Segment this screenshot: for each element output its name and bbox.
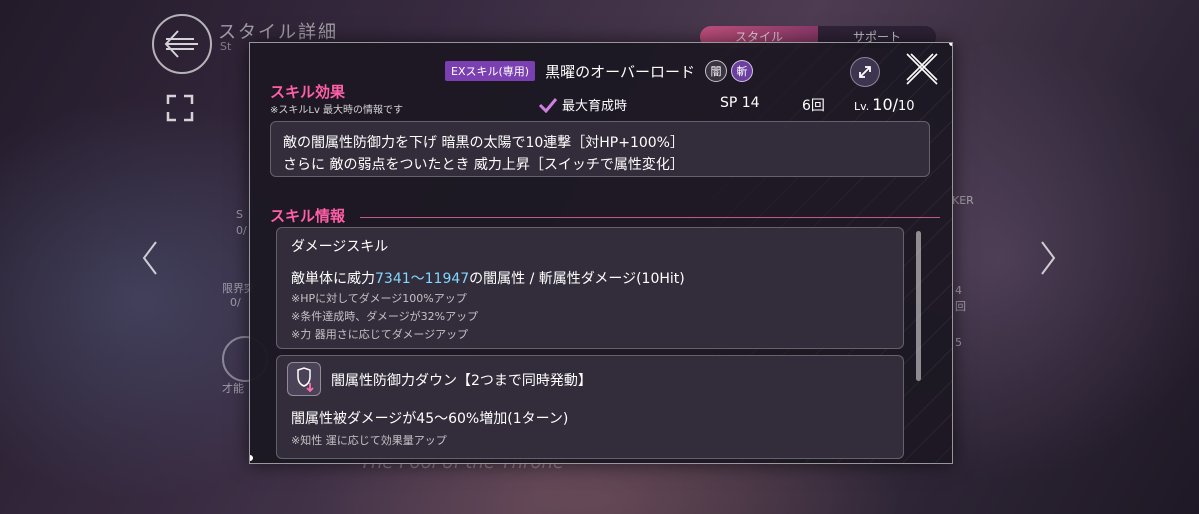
skill-name: 黒曜のオーバーロード <box>545 62 695 81</box>
prev-arrow-button[interactable] <box>140 240 160 276</box>
damage-note: ※条件達成時、ダメージが32%アップ <box>291 310 479 323</box>
effect-text-line: さらに 敵の弱点をついたとき 威力上昇［スイッチで属性変化］ <box>283 157 684 173</box>
expand-icon <box>166 94 194 122</box>
back-arrow-icon <box>164 30 198 58</box>
debuff-line: 闇属性被ダメージが45〜60%増加(1ターン) <box>291 411 569 427</box>
damage-note: ※力 器用さに応じてダメージアップ <box>291 328 469 341</box>
skill-info-title: スキル情報 <box>270 207 346 225</box>
level-prefix: Lv. <box>854 100 870 113</box>
section-divider <box>360 217 940 218</box>
skill-level: Lv. 10/ 10 <box>854 95 915 114</box>
damage-suffix: の闇属性 / 斬属性ダメージ(10Hit) <box>469 271 685 287</box>
back-button[interactable] <box>152 14 212 74</box>
effect-text-line: 敵の闇属性防御力を下げ 暗黒の太陽で10連撃［対HP+100%］ <box>283 135 684 151</box>
dark-attribute-icon: 闇 <box>704 60 727 82</box>
bg-label-limit-value: 0/ <box>230 296 241 309</box>
damage-note: ※HPに対してダメージ100%アップ <box>291 292 467 305</box>
max-growth-toggle[interactable]: 最大育成時 <box>538 95 627 114</box>
skill-effect-box: 敵の闇属性防御力を下げ 暗黒の太陽で10連撃［対HP+100%］ さらに 敵の弱… <box>270 121 930 177</box>
bg-label-talent: 才能 <box>222 382 244 395</box>
screen-title: スタイル詳細 <box>218 22 338 43</box>
skill-header: EXスキル(専用) 黒曜のオーバーロード 闇 斬 <box>250 57 952 85</box>
bg-label-ker: KER <box>952 194 974 207</box>
debuff-title: 闇属性防御力ダウン【2つまで同時発動】 <box>331 373 592 389</box>
close-button[interactable] <box>902 49 942 89</box>
level-value: 10/ <box>872 95 899 114</box>
chevron-left-icon <box>142 241 157 275</box>
shield-debuff-icon <box>287 362 321 396</box>
scrollbar[interactable] <box>916 231 921 381</box>
compress-icon <box>859 66 871 78</box>
use-count: 6回 <box>802 98 825 114</box>
damage-skill-title: ダメージスキル <box>291 239 389 255</box>
max-growth-label: 最大育成時 <box>562 99 628 114</box>
close-icon <box>906 53 938 85</box>
compress-button[interactable] <box>850 57 880 87</box>
skill-level-note: ※スキルLv 最大時の情報です <box>270 105 404 116</box>
sp-cost: SP 14 <box>720 95 760 111</box>
skill-effect-title: スキル効果 <box>270 83 346 101</box>
next-arrow-button[interactable] <box>1038 240 1058 276</box>
chevron-right-icon <box>1041 241 1056 275</box>
skill-detail-dialog: EXスキル(専用) 黒曜のオーバーロード 闇 斬 スキル効果 ※スキルLv 最大… <box>249 42 953 464</box>
damage-power: 7341〜11947 <box>375 271 470 287</box>
bg-label-kai: 回 <box>955 300 966 313</box>
debuff-card: 闇属性防御力ダウン【2つまで同時発動】 闇属性被ダメージが45〜60%増加(1タ… <box>276 355 904 459</box>
slash-attribute-icon: 斬 <box>730 60 753 82</box>
debuff-note: ※知性 運に応じて効果量アップ <box>291 434 447 447</box>
bg-label-s-value: 0/ <box>236 224 247 237</box>
bg-label-s: S <box>236 208 243 221</box>
ex-skill-badge: EXスキル(専用) <box>445 61 536 81</box>
screen-subtitle: St <box>220 40 232 53</box>
checkmark-icon <box>538 97 558 113</box>
fullscreen-button[interactable] <box>164 92 196 124</box>
bg-label-4: 4 <box>955 284 962 297</box>
damage-skill-card: ダメージスキル 敵単体に威力7341〜11947の闇属性 / 斬属性ダメージ(1… <box>276 227 904 349</box>
damage-line: 敵単体に威力7341〜11947の闇属性 / 斬属性ダメージ(10Hit) <box>291 268 685 288</box>
corner-dot <box>949 43 952 46</box>
level-max: 10 <box>898 99 915 114</box>
bg-label-5: 5 <box>955 336 962 349</box>
damage-prefix: 敵単体に威力 <box>291 271 375 287</box>
